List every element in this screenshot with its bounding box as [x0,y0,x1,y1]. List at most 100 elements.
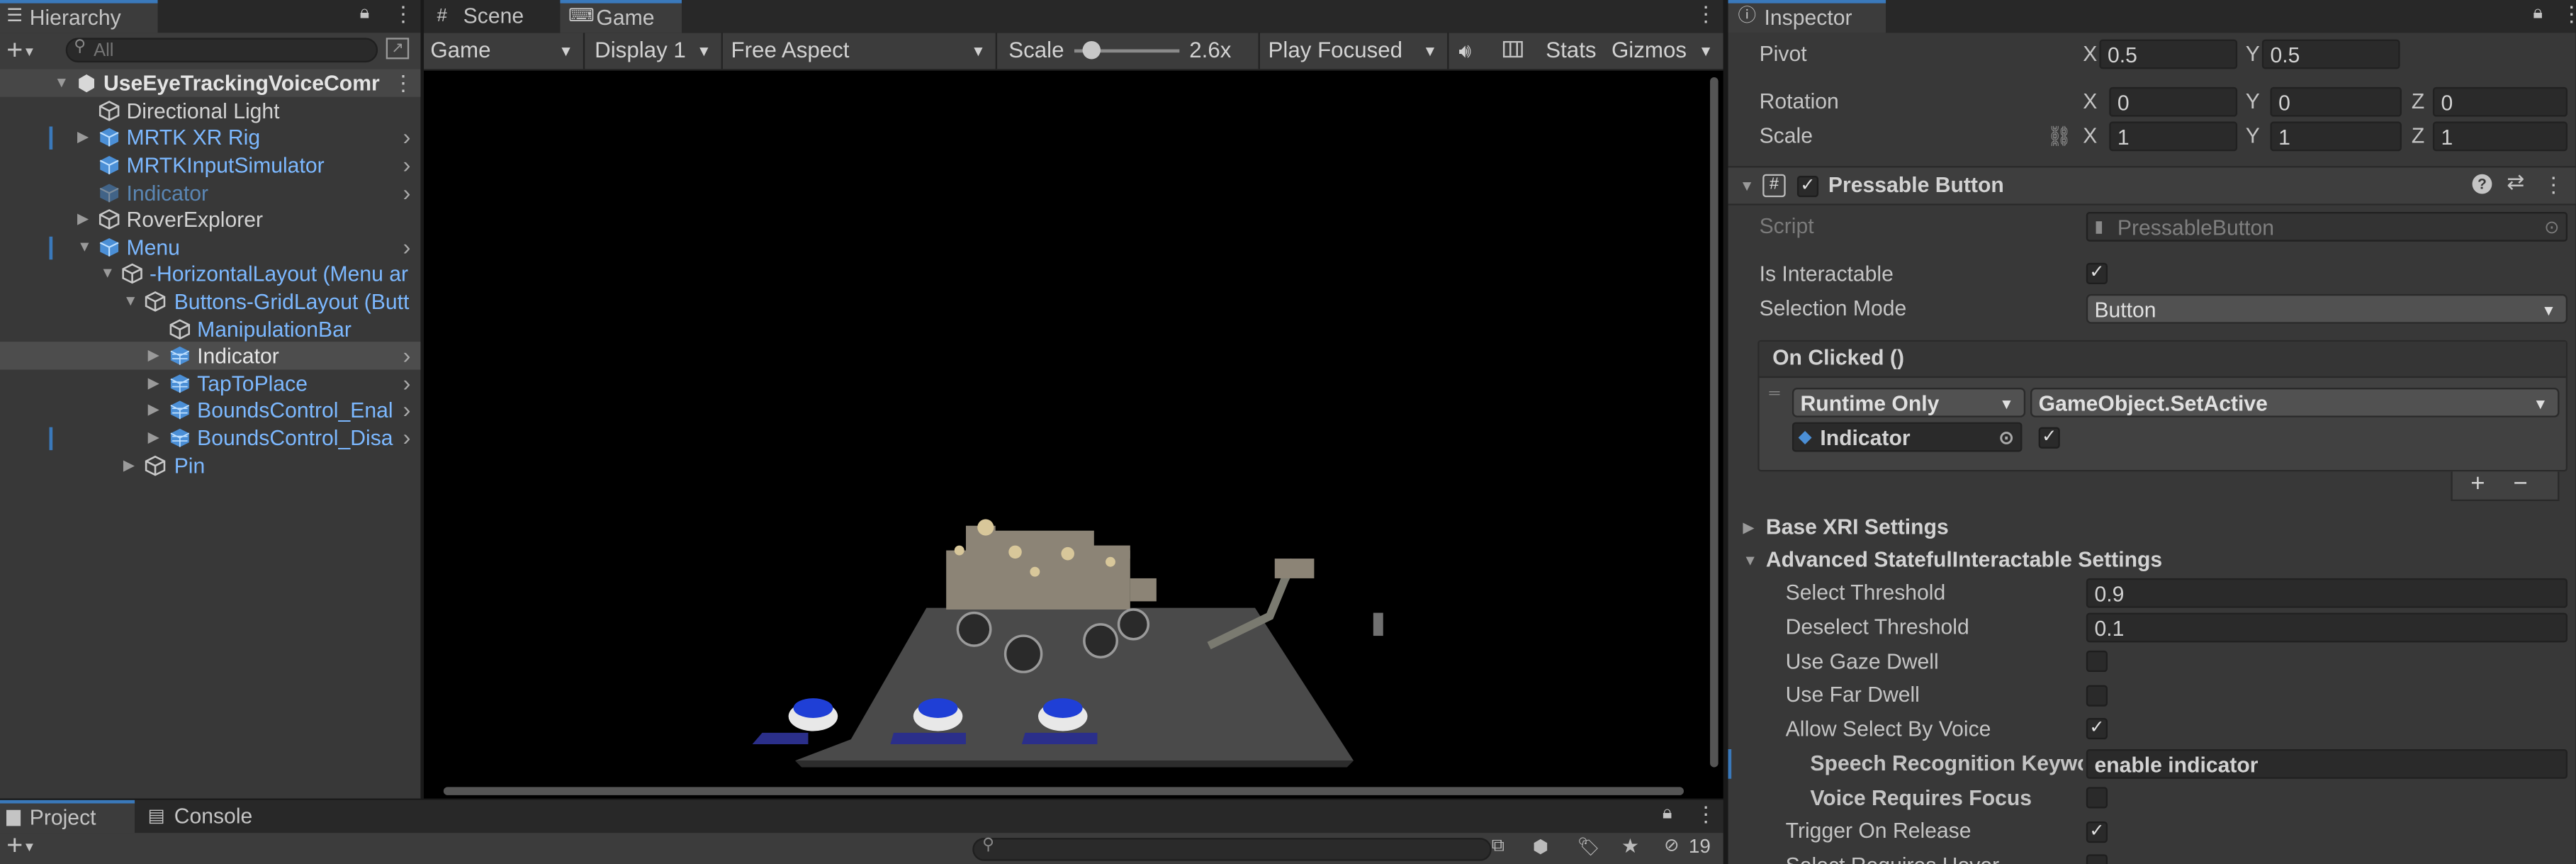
expand-arrow-icon[interactable]: ▶ [148,342,159,369]
collapse-arrow-icon[interactable]: ▼ [1743,546,1757,576]
tree-row-rover-explorer[interactable]: ▶ RoverExplorer [0,206,420,233]
link-constrain-icon[interactable]: ⛓︎ [2047,122,2071,152]
advanced-settings-foldout[interactable]: Advanced StatefulInteractable Settings [1766,546,2162,576]
tab-hierarchy[interactable]: ☰ Hierarchy [0,0,158,33]
tree-row-buttons-gridlayout[interactable]: ▼ Buttons-GridLayout (Butt [0,288,420,315]
hierarchy-menu-icon[interactable]: ⋮ [393,1,414,28]
deselect-threshold-field[interactable]: 0.1 [2086,612,2568,643]
game-menu-icon[interactable]: ⋮ [1695,1,1716,28]
tree-row-pin[interactable]: ▶ Pin [0,451,420,479]
component-header[interactable]: ▼ # ✓ Pressable Button ? ⇄ ⋮ [1728,166,2576,206]
expand-arrow-icon[interactable]: ▶ [123,451,135,479]
tree-row-indicator-inactive[interactable]: Indicator › [0,179,420,207]
selection-mode-dropdown[interactable]: Button ▼ [2086,293,2568,324]
runtime-mode-dropdown[interactable]: Runtime Only ▼ [1792,388,2026,417]
pivot-y-field[interactable]: 0.5 [2261,39,2400,69]
expand-arrow-icon[interactable]: ▶ [148,396,159,424]
rotation-x-field[interactable]: 0 [2109,86,2238,117]
aspect-dropdown[interactable]: Free Aspect ▼ [724,33,998,69]
create-button[interactable]: +▼ [6,830,35,863]
inspector-menu-icon[interactable]: ⋮ [2561,1,2576,28]
select-requires-hover-checkbox[interactable] [2086,854,2108,864]
collapse-arrow-icon[interactable]: ▼ [1740,171,1755,201]
chevron-right-icon[interactable]: › [403,233,411,261]
hierarchy-search[interactable]: ⚲ [65,38,378,63]
expand-arrow-icon[interactable]: ▼ [54,69,69,96]
scale-slider[interactable] [1074,40,1180,60]
favorite-star-icon[interactable]: ★ [1621,835,1639,858]
search-by-type-icon[interactable]: ↗ [386,38,410,60]
gizmos-dropdown-arrow-icon[interactable]: ▼ [1699,33,1714,69]
lock-icon[interactable]: 🔒︎ [2533,4,2543,25]
tree-row-horizontal-layout[interactable]: ▼ -HorizontalLayout (Menu ar [0,259,420,287]
tree-row-tap-to-place[interactable]: ▶ TapToPlace › [0,370,420,398]
tree-row-scene[interactable]: ▼ ⬢ UseEyeTrackingVoiceComr ⋮ [0,69,421,97]
vertical-scrollbar[interactable] [1710,77,1719,768]
grid-layout-icon[interactable] [1502,40,1523,58]
target-object-field[interactable]: ◆ Indicator ⊙ [1792,422,2023,452]
chevron-right-icon[interactable]: › [403,396,411,424]
chevron-right-icon[interactable]: › [403,342,411,369]
voice-requires-focus-checkbox[interactable] [2086,787,2108,809]
audio-icon[interactable]: 🔊︎ [1458,33,1471,69]
chevron-right-icon[interactable]: › [403,424,411,451]
rotation-y-field[interactable]: 0 [2270,86,2402,117]
scale-x-field[interactable]: 1 [2109,121,2238,152]
view-mode-dropdown[interactable]: Game ▼ [424,33,585,69]
lock-icon[interactable]: 🔒︎ [1663,804,1672,825]
add-listener-button[interactable]: + [2470,470,2485,498]
tab-project[interactable]: ▆ Project [0,800,135,834]
tree-row-menu[interactable]: ▼ Menu › [0,233,420,261]
help-icon[interactable]: ? [2472,174,2492,194]
rotation-z-field[interactable]: 0 [2432,86,2568,117]
tab-inspector[interactable]: ⓘ Inspector [1728,0,1886,33]
chevron-right-icon[interactable]: › [403,151,411,179]
tree-row-manipulation-bar[interactable]: ManipulationBar [0,315,420,343]
trigger-on-release-checkbox[interactable]: ✓ [2086,821,2108,843]
tab-console[interactable]: ▤ Console [138,800,299,833]
tree-row-mrtk-xr-rig[interactable]: ▶ MRTK XR Rig › [0,123,420,151]
search-input[interactable] [94,39,357,61]
tree-row-indicator-selected[interactable]: ▶ Indicator › [0,342,421,370]
search-by-type-icon[interactable]: ⧉ [1492,836,1504,858]
function-dropdown[interactable]: GameObject.SetActive ▼ [2030,388,2560,417]
project-menu-icon[interactable]: ⋮ [1695,802,1716,828]
gizmos-button[interactable]: Gizmos [1612,33,1687,69]
use-far-dwell-checkbox[interactable] [2086,685,2108,707]
filter-by-type-icon[interactable]: ⬢ [1533,836,1548,858]
expand-arrow-icon[interactable]: ▶ [77,123,89,151]
scale-z-field[interactable]: 1 [2432,121,2568,152]
scale-slider-thumb[interactable] [1081,40,1101,60]
select-threshold-field[interactable]: 0.9 [2086,578,2568,608]
tree-row-directional-light[interactable]: Directional Light [0,97,420,125]
collapse-arrow-icon[interactable]: ▼ [123,288,138,315]
is-interactable-checkbox[interactable]: ✓ [2086,262,2108,285]
component-enabled-checkbox[interactable]: ✓ [1796,176,1819,198]
expand-arrow-icon[interactable]: ▶ [148,370,159,398]
scale-y-field[interactable]: 1 [2270,121,2402,152]
allow-select-by-voice-checkbox[interactable]: ✓ [2086,717,2108,740]
collapse-arrow-icon[interactable]: ▼ [77,233,92,261]
chevron-right-icon[interactable]: › [403,179,411,207]
drag-handle-icon[interactable]: ═ [1769,384,1779,400]
presets-icon[interactable]: ⇄ [2507,169,2524,196]
lock-icon[interactable]: 🔒︎ [360,4,370,25]
collapse-arrow-icon[interactable]: ▼ [100,259,115,287]
base-xri-settings-foldout[interactable]: Base XRI Settings [1766,512,1949,542]
hidden-packages-icon[interactable]: ⊘ [1664,835,1679,856]
stats-button[interactable]: Stats [1546,33,1596,69]
tree-row-bounds-control-enable[interactable]: ▶ BoundsControl_Enal › [0,396,420,424]
pivot-x-field[interactable]: 0.5 [2099,39,2238,69]
create-button[interactable]: +▼ [6,33,35,69]
object-picker-icon[interactable]: ⊙ [1998,424,2013,454]
tab-game[interactable]: ⌨︎ Game [560,0,682,33]
tree-row-bounds-control-disable[interactable]: ▶ BoundsControl_Disa › [0,424,420,451]
game-viewport[interactable] [424,70,1723,799]
expand-arrow-icon[interactable]: ▶ [1743,512,1754,542]
remove-listener-button[interactable]: − [2514,470,2528,498]
horizontal-scrollbar[interactable] [443,787,1684,795]
scene-menu-icon[interactable]: ⋮ [393,69,414,96]
display-dropdown[interactable]: Display 1 ▼ [588,33,723,69]
play-mode-dropdown[interactable]: Play Focused ▼ [1258,33,1449,69]
chevron-right-icon[interactable]: › [403,370,411,398]
